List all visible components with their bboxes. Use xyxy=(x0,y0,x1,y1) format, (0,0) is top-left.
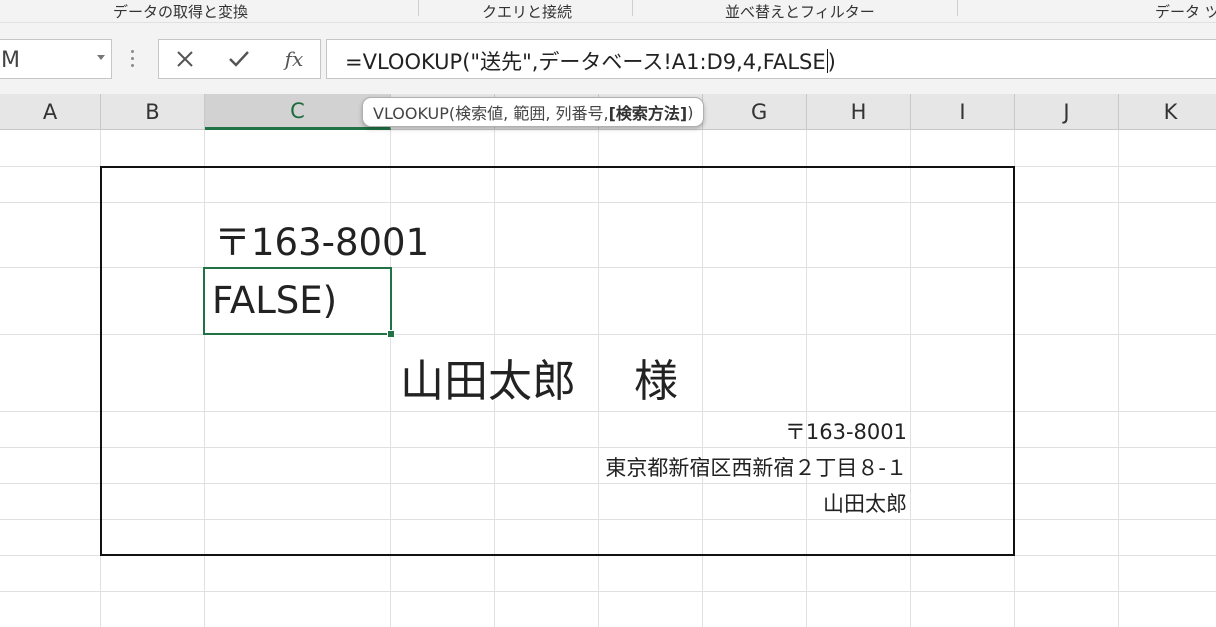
function-tooltip[interactable]: VLOOKUP(検索値, 範囲, 列番号, [検索方法] ) xyxy=(362,97,705,127)
ribbon-group-data-tools: データ ツ xyxy=(1155,3,1216,21)
active-cell-edit-text[interactable]: FALSE) xyxy=(212,279,337,322)
cancel-button[interactable] xyxy=(165,44,205,74)
column-header-b[interactable]: B xyxy=(101,94,205,130)
column-header-a[interactable]: A xyxy=(0,94,101,130)
tooltip-current-argument[interactable]: [検索方法] xyxy=(609,100,688,124)
tooltip-close-paren: ) xyxy=(687,102,694,122)
tooltip-signature: VLOOKUP(検索値, 範囲, 列番号, xyxy=(373,104,609,123)
fill-handle[interactable] xyxy=(387,330,395,338)
grip-handle-icon[interactable] xyxy=(131,50,135,70)
ribbon-separator xyxy=(632,0,633,16)
check-icon xyxy=(229,51,249,67)
close-icon xyxy=(177,51,193,67)
sender-name: 山田太郎 xyxy=(823,492,907,516)
ribbon-separator xyxy=(418,0,419,16)
fx-icon: fx xyxy=(284,47,304,71)
ribbon-group-sort-filter: 並べ替えとフィルター xyxy=(725,3,875,21)
ribbon-group-get-transform: データの取得と変換 xyxy=(113,3,249,21)
formula-bar-row: M fx =VLOOKUP("送先",データベース!A1:D9,4,FALSE) xyxy=(0,23,1216,94)
column-header-h[interactable]: H xyxy=(807,94,911,130)
formula-buttons: fx xyxy=(158,39,321,79)
formula-input[interactable]: =VLOOKUP("送先",データベース!A1:D9,4,FALSE) xyxy=(326,39,1216,79)
sender-postal-code: 〒163-8001 xyxy=(784,420,907,444)
column-header-k[interactable]: K xyxy=(1119,94,1216,130)
name-box[interactable]: M xyxy=(0,39,112,79)
ribbon-separator xyxy=(957,0,958,16)
enter-button[interactable] xyxy=(219,44,259,74)
name-box-value: M xyxy=(1,48,20,73)
formula-text: =VLOOKUP("送先",データベース!A1:D9,4,FALSE xyxy=(345,50,826,74)
ribbon-group-labels: データの取得と変換 クエリと接続 並べ替えとフィルター データ ツ xyxy=(0,0,1216,23)
recipient-name: 山田太郎 様 xyxy=(400,356,678,407)
sender-address: 東京都新宿区西新宿２丁目８-１ xyxy=(605,456,907,480)
chevron-down-icon[interactable] xyxy=(97,55,105,60)
text-caret xyxy=(826,49,828,73)
recipient-postal-code: 〒163-8001 xyxy=(214,221,430,264)
insert-function-button[interactable]: fx xyxy=(274,44,314,74)
column-header-j[interactable]: J xyxy=(1015,94,1119,130)
ribbon-group-queries: クエリと接続 xyxy=(482,3,573,21)
column-header-g[interactable]: G xyxy=(703,94,807,130)
column-header-i[interactable]: I xyxy=(911,94,1015,130)
